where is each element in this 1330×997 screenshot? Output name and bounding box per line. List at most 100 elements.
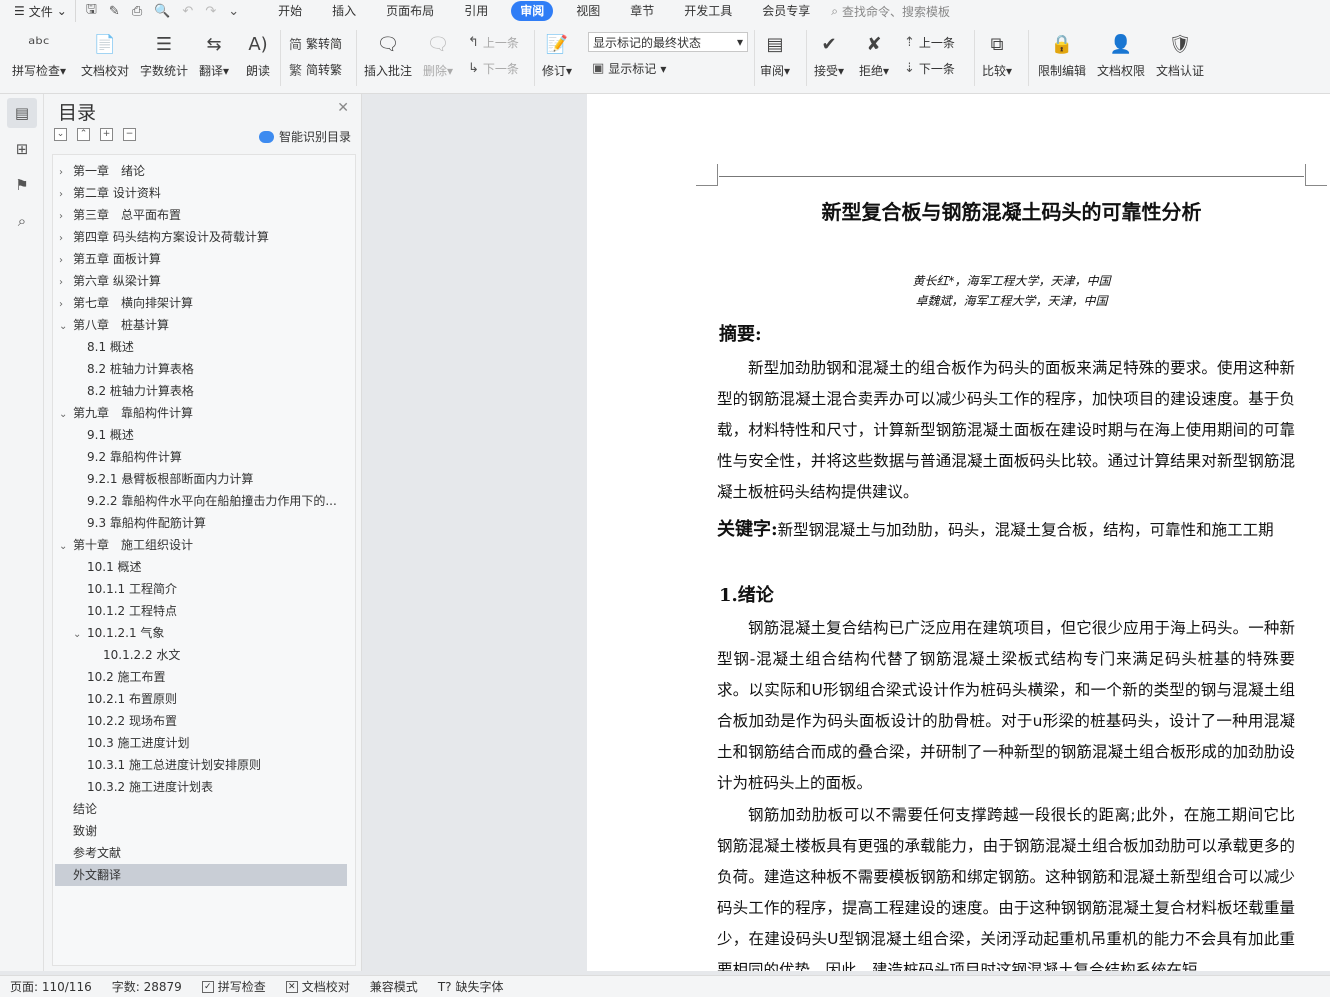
document-page[interactable]: 新型复合板与钢筋混凝土码头的可靠性分析 黄长红*，海军工程大学，天津，中国 卓魏… <box>587 94 1330 971</box>
tab-1[interactable]: 插入 <box>317 1 371 21</box>
toc-item[interactable]: 9.3 靠船构件配筋计算 <box>87 512 347 534</box>
toc-item[interactable]: 参考文献 <box>73 842 347 864</box>
word-count-indicator[interactable]: 字数: 28879 <box>102 978 192 995</box>
toc-item[interactable]: ⌄ 第八章 桩基计算 <box>59 314 347 336</box>
toc-item[interactable]: 9.2 靠船构件计算 <box>87 446 347 468</box>
plus-icon[interactable]: + <box>100 128 113 141</box>
toc-item[interactable]: › 第二章 设计资料 <box>59 182 347 204</box>
toc-item[interactable]: 9.1 概述 <box>87 424 347 446</box>
markup-state-select[interactable]: 显示标记的最终状态 ▾ <box>588 32 748 52</box>
toc-item[interactable]: 10.2 施工布置 <box>87 666 347 688</box>
doc-permission-button[interactable]: 👤 文档权限 <box>1097 22 1145 79</box>
toc-item[interactable]: 9.2.1 悬臂板根部断面内力计算 <box>87 468 347 490</box>
bookmark-icon[interactable]: ⚑ <box>7 170 37 200</box>
reject-button[interactable]: ✘ 拒绝▾ <box>859 22 889 79</box>
toc-item[interactable]: 致谢 <box>73 820 347 842</box>
tab-6[interactable]: 章节 <box>615 1 669 21</box>
doc-proof-button[interactable]: 📄 文档校对 <box>81 22 129 79</box>
save-icon[interactable]: 🖫 <box>86 0 97 22</box>
toc-item[interactable]: 8.2 桩轴力计算表格 <box>87 380 347 402</box>
spell-check-button[interactable]: ᵃᵇᶜ 拼写检查▾ <box>12 22 66 79</box>
chevron-right-icon[interactable]: › <box>59 294 73 314</box>
read-aloud-button[interactable]: A) 朗读 <box>244 22 272 79</box>
print-preview-icon[interactable]: 🔍 <box>154 4 170 19</box>
word-count-button[interactable]: ☰ 字数统计 <box>140 22 188 79</box>
minus-icon[interactable]: − <box>123 128 136 141</box>
format-painter-icon[interactable]: ✎ <box>109 4 120 19</box>
show-markup-button[interactable]: ▣ 显示标记 ▾ <box>592 60 666 77</box>
chevron-down-icon[interactable]: ⌄ <box>59 316 73 336</box>
toc-item[interactable]: › 第六章 纵梁计算 <box>59 270 347 292</box>
chevron-down-icon[interactable]: ⌄ <box>59 404 73 424</box>
smart-toc-button[interactable]: 智能识别目录 <box>258 128 351 145</box>
toc-item[interactable]: 10.3 施工进度计划 <box>87 732 347 754</box>
status-doc-proof[interactable]: ✕ 文档校对 <box>276 978 360 995</box>
expand-icon[interactable]: ⌃ <box>77 128 90 141</box>
missing-font-button[interactable]: T? 缺失字体 <box>428 978 514 995</box>
close-icon[interactable]: ✕ <box>337 100 349 116</box>
toc-item[interactable]: › 第三章 总平面布置 <box>59 204 347 226</box>
chevron-right-icon[interactable]: › <box>59 184 73 204</box>
toc-item[interactable]: › 第四章 码头结构方案设计及荷载计算 <box>59 226 347 248</box>
toc-item[interactable]: 9.2.2 靠船构件水平向在船舶撞击力作用下的... <box>87 490 347 512</box>
toc-item[interactable]: 8.2 桩轴力计算表格 <box>87 358 347 380</box>
toc-item[interactable]: › 第七章 横向排架计算 <box>59 292 347 314</box>
next-change-button[interactable]: ⇣ 下一条 <box>904 60 955 77</box>
toc-item[interactable]: › 第一章 绪论 <box>59 160 347 182</box>
prev-change-button[interactable]: ⇡ 上一条 <box>904 34 955 51</box>
accept-button[interactable]: ✔ 接受▾ <box>814 22 844 79</box>
prev-comment-button[interactable]: ↰ 上一条 <box>468 34 519 51</box>
chevron-right-icon[interactable]: › <box>59 228 73 248</box>
search-icon[interactable]: ⌕ <box>7 206 37 236</box>
print-icon[interactable]: ⎙ <box>132 4 142 19</box>
tab-8[interactable]: 会员专享 <box>747 1 825 21</box>
tab-5[interactable]: 视图 <box>561 1 615 21</box>
trad-to-simp-button[interactable]: 简繁转简 <box>289 34 342 53</box>
simp-to-trad-button[interactable]: 繁简转繁 <box>289 60 342 79</box>
delete-comment-button[interactable]: 🗨 删除▾ <box>423 22 453 79</box>
revise-button[interactable]: 📝 修订▾ <box>542 22 572 79</box>
chevron-down-icon[interactable]: ⌄ <box>73 624 87 644</box>
chevron-right-icon[interactable]: › <box>59 206 73 226</box>
toc-item[interactable]: 10.2.2 现场布置 <box>87 710 347 732</box>
customize-icon[interactable]: ⌄ <box>228 4 239 19</box>
tab-0[interactable]: 开始 <box>263 1 317 21</box>
insert-comment-button[interactable]: 🗨 插入批注 <box>364 22 412 79</box>
chevron-down-icon[interactable]: ⌄ <box>59 536 73 556</box>
toc-item[interactable]: 10.1.1 工程简介 <box>87 578 347 600</box>
command-search[interactable]: ⌕ 查找命令、搜索模板 <box>831 3 950 20</box>
redo-icon[interactable]: ↷ <box>205 4 216 19</box>
chevron-right-icon[interactable]: › <box>59 272 73 292</box>
tab-3[interactable]: 引用 <box>449 1 503 21</box>
chevron-right-icon[interactable]: › <box>59 250 73 270</box>
toc-icon[interactable]: ▤ <box>7 98 37 128</box>
toc-item[interactable]: 外文翻译 <box>55 864 347 886</box>
navigation-icon[interactable]: ⊞ <box>7 134 37 164</box>
tab-2[interactable]: 页面布局 <box>371 1 449 21</box>
toc-item[interactable]: ⌄ 第十章 施工组织设计 <box>59 534 347 556</box>
chevron-right-icon[interactable]: › <box>59 162 73 182</box>
compare-button[interactable]: ⧉ 比较▾ <box>982 22 1012 79</box>
page-indicator[interactable]: 页面: 110/116 <box>0 978 102 995</box>
restrict-edit-button[interactable]: 🔒 限制编辑 <box>1038 22 1086 79</box>
toc-item[interactable]: 10.1.2 工程特点 <box>87 600 347 622</box>
toc-item[interactable]: 10.1 概述 <box>87 556 347 578</box>
file-menu[interactable]: ☰ 文件 ⌄ <box>0 3 75 20</box>
toc-item[interactable]: ⌄ 第九章 靠船构件计算 <box>59 402 347 424</box>
toc-item[interactable]: 10.1.2.2 水文 <box>103 644 347 666</box>
toc-item[interactable]: 10.3.1 施工总进度计划安排原则 <box>87 754 347 776</box>
tab-4[interactable]: 审阅 <box>511 1 554 21</box>
doc-cert-button[interactable]: 🛡 文档认证 <box>1156 22 1204 79</box>
collapse-icon[interactable]: ⌄ <box>54 128 67 141</box>
review-pane-button[interactable]: ▤ 审阅▾ <box>760 22 790 79</box>
toc-item[interactable]: 10.3.2 施工进度计划表 <box>87 776 347 798</box>
toc-item[interactable]: ⌄ 10.1.2.1 气象 <box>73 622 347 644</box>
toc-item[interactable]: 8.1 概述 <box>87 336 347 358</box>
status-spell-check[interactable]: ✓ 拼写检查 <box>192 978 276 995</box>
undo-icon[interactable]: ↶ <box>182 4 193 19</box>
translate-button[interactable]: ⇆ 翻译▾ <box>199 22 229 79</box>
next-comment-button[interactable]: ↳ 下一条 <box>468 60 519 77</box>
toc-item[interactable]: 10.2.1 布置原则 <box>87 688 347 710</box>
tab-7[interactable]: 开发工具 <box>669 1 747 21</box>
toc-item[interactable]: 结论 <box>73 798 347 820</box>
